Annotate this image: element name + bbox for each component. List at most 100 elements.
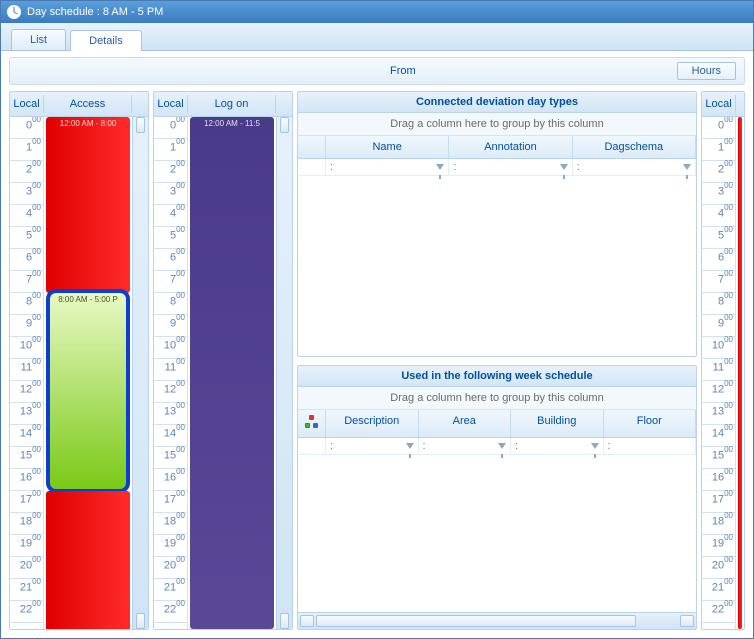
hour-cell: 500 (702, 227, 735, 249)
funnel-icon[interactable] (406, 443, 414, 449)
filter-icon-col-2 (298, 438, 326, 454)
grid-weeks-hscroll[interactable] (298, 612, 696, 629)
funnel-icon[interactable] (591, 443, 599, 449)
panel-row: Local Access 000100200300400500600700800… (1, 85, 753, 638)
filter-name[interactable]: : (326, 159, 449, 175)
right-pane: Connected deviation day types Drag a col… (297, 91, 697, 630)
hour-cell: 2100 (154, 579, 187, 601)
hour-cell: 300 (10, 183, 43, 205)
hour-cell: 1200 (702, 381, 735, 403)
hour-cell: 2200 (154, 601, 187, 623)
grid-deviation-headers: Name Annotation Dagschema (298, 136, 696, 159)
timeline-access-header: Local Access (10, 92, 148, 117)
col-dagschema[interactable]: Dagschema (573, 136, 696, 158)
hour-cell: 500 (10, 227, 43, 249)
grid-weeks-body (298, 455, 696, 613)
hour-cell: 1000 (702, 337, 735, 359)
hour-cell: 1500 (702, 447, 735, 469)
hour-cell: 700 (10, 271, 43, 293)
hour-cell: 100 (10, 139, 43, 161)
hours-button[interactable]: Hours (677, 62, 736, 80)
hour-cell: 1800 (154, 513, 187, 535)
hour-cell: 1800 (10, 513, 43, 535)
hour-cell: 600 (154, 249, 187, 271)
from-label: From (10, 65, 416, 77)
hour-ruler-logon: 0001002003004005006007008009001000110012… (154, 117, 188, 629)
scrollbar-access[interactable] (132, 117, 148, 629)
hour-cell: 000 (10, 117, 43, 139)
filter-floor[interactable]: : (604, 438, 697, 454)
hour-cell: 1900 (154, 535, 187, 557)
hour-ruler-access: 0001002003004005006007008009001000110012… (10, 117, 44, 629)
scrollbar-logon[interactable] (276, 117, 292, 629)
access-track[interactable]: 12:00 AM - 8:00 8:00 AM - 5:00 P (44, 117, 132, 629)
funnel-icon[interactable] (498, 443, 506, 449)
col-description[interactable]: Description (326, 410, 419, 437)
hour-cell: 1300 (10, 403, 43, 425)
hour-cell: 100 (154, 139, 187, 161)
hour-cell: 200 (702, 161, 735, 183)
hour-cell: 700 (154, 271, 187, 293)
local-label-2: Local (154, 95, 188, 113)
tab-list[interactable]: List (11, 29, 66, 50)
filter-dagschema[interactable]: : (573, 159, 696, 175)
hour-cell: 900 (702, 315, 735, 337)
grid-deviation-grouphint[interactable]: Drag a column here to group by this colu… (298, 113, 696, 136)
hour-cell: 400 (10, 205, 43, 227)
right-track[interactable] (736, 117, 744, 629)
timeline-access: Local Access 000100200300400500600700800… (9, 91, 149, 630)
filter-area[interactable]: : (419, 438, 512, 454)
filter-description[interactable]: : (326, 438, 419, 454)
funnel-icon[interactable] (560, 164, 568, 170)
hour-cell: 1400 (10, 425, 43, 447)
hour-cell: 1600 (154, 469, 187, 491)
col-building[interactable]: Building (511, 410, 604, 437)
funnel-icon[interactable] (683, 164, 691, 170)
hour-cell: 600 (702, 249, 735, 271)
content-pane: From Hours Local Access 0001002003004005… (1, 51, 753, 638)
grid-deviation-iconcol[interactable] (298, 136, 326, 158)
hour-cell: 2200 (10, 601, 43, 623)
local-label-3: Local (702, 95, 736, 113)
hour-cell: 800 (10, 293, 43, 315)
access-block-green[interactable]: 8:00 AM - 5:00 P (46, 289, 130, 493)
window-title: Day schedule : 8 AM - 5 PM (27, 6, 163, 18)
access-block-red-top[interactable]: 12:00 AM - 8:00 (46, 117, 130, 293)
grid-weeks-iconcol[interactable] (298, 410, 326, 437)
scroll-thumb[interactable] (316, 615, 636, 627)
hour-cell: 700 (702, 271, 735, 293)
filter-annotation[interactable]: : (449, 159, 572, 175)
hour-cell: 1400 (154, 425, 187, 447)
logon-block-purple[interactable]: 12:00 AM - 11:5 (190, 117, 274, 629)
hour-cell: 600 (10, 249, 43, 271)
grid-deviation-body (298, 176, 696, 356)
hour-cell: 200 (154, 161, 187, 183)
hour-cell: 100 (702, 139, 735, 161)
col-name[interactable]: Name (326, 136, 449, 158)
scroll-left-icon[interactable] (300, 615, 314, 627)
scroll-right-icon[interactable] (680, 615, 694, 627)
hour-cell: 1600 (10, 469, 43, 491)
col-annotation[interactable]: Annotation (449, 136, 572, 158)
hour-cell: 1300 (154, 403, 187, 425)
tab-details[interactable]: Details (70, 30, 142, 51)
hour-cell: 1000 (10, 337, 43, 359)
grid-weeks-headers: Description Area Building Floor (298, 410, 696, 438)
right-block-red[interactable] (738, 117, 742, 629)
col-floor[interactable]: Floor (604, 410, 697, 437)
hour-cell: 1400 (702, 425, 735, 447)
hour-cell: 000 (154, 117, 187, 139)
local-label: Local (10, 95, 44, 113)
grid-weeks-grouphint[interactable]: Drag a column here to group by this colu… (298, 387, 696, 410)
access-block-red-bottom[interactable] (46, 491, 130, 629)
timeline-logon: Local Log on 000100200300400500600700800… (153, 91, 293, 630)
filter-building[interactable]: : (511, 438, 604, 454)
funnel-icon[interactable] (436, 164, 444, 170)
grid-deviation: Connected deviation day types Drag a col… (297, 91, 697, 357)
hour-cell: 1100 (702, 359, 735, 381)
hour-cell: 1900 (702, 535, 735, 557)
tab-bar: List Details (1, 23, 753, 51)
hour-cell: 1600 (702, 469, 735, 491)
col-area[interactable]: Area (419, 410, 512, 437)
logon-track[interactable]: 12:00 AM - 11:5 (188, 117, 276, 629)
